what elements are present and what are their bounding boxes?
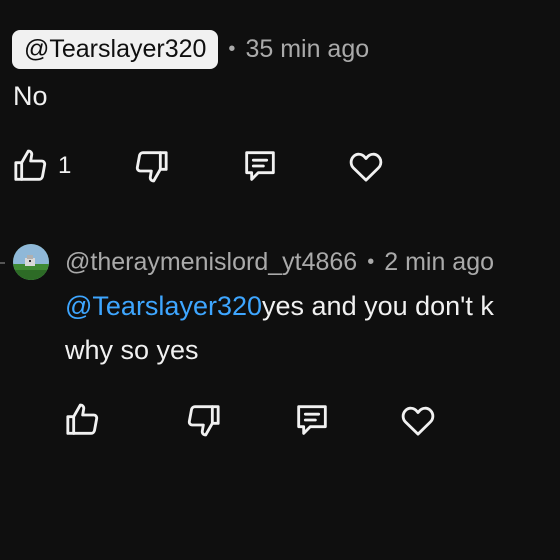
comment-actions [0, 398, 560, 442]
author-handle[interactable]: @theraymenislord_yt4866 [65, 248, 357, 277]
dislike-button[interactable] [184, 398, 224, 442]
mention-link[interactable]: @Tearslayer320 [65, 291, 262, 321]
comment-icon [292, 400, 332, 440]
reply-button[interactable] [240, 144, 280, 188]
dislike-button[interactable] [132, 144, 172, 188]
comment-text: No [13, 81, 48, 111]
heart-icon [346, 146, 386, 186]
author-chip[interactable]: @Tearslayer320 [12, 30, 219, 69]
comment-icon [240, 146, 280, 186]
comment-text-line-2: why so yes [65, 335, 199, 365]
like-button[interactable]: 1 [10, 144, 71, 188]
comment-text-line-1: yes and you don't k [262, 291, 494, 321]
avatar[interactable] [13, 244, 49, 280]
comment-header: @theraymenislord_yt4866 • 2 min ago [65, 245, 494, 279]
comment-text: @Tearslayer320yes and you don't k why so… [65, 284, 494, 372]
thumbs-up-icon [62, 400, 102, 440]
thumbs-up-icon [10, 146, 50, 186]
like-count: 1 [58, 152, 72, 179]
separator-dot: • [228, 38, 236, 60]
separator-dot: • [367, 250, 375, 273]
thumbs-down-icon [184, 400, 224, 440]
like-button[interactable] [62, 398, 102, 442]
comment-time: 2 min ago [384, 247, 495, 276]
reply-button[interactable] [292, 398, 332, 442]
comment-header: @Tearslayer320 • 35 min ago [12, 30, 369, 69]
comment-actions: 1 [0, 144, 560, 188]
heart-button[interactable] [398, 398, 438, 442]
comment-time: 35 min ago [245, 35, 370, 63]
thread-line [0, 262, 5, 264]
heart-icon [398, 400, 438, 440]
thumbs-down-icon [132, 146, 172, 186]
heart-button[interactable] [346, 144, 386, 188]
